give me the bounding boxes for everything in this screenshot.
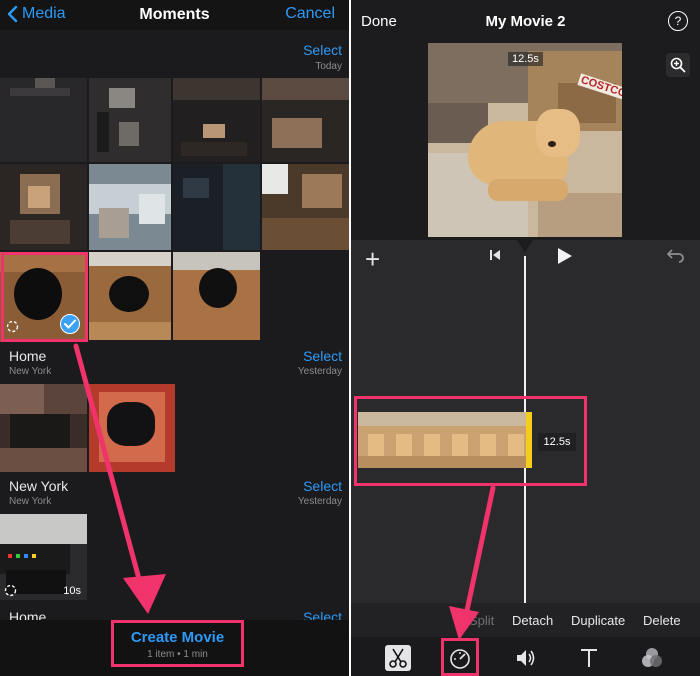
scissors-icon[interactable]: [385, 645, 411, 671]
section-date: Yesterday: [297, 366, 342, 377]
photo-thumbnail[interactable]: [89, 384, 175, 472]
volume-icon[interactable]: [513, 645, 539, 671]
photo-thumbnail[interactable]: [0, 164, 87, 250]
select-button[interactable]: Select: [303, 478, 342, 494]
navigation-bar: Media Moments Cancel: [0, 0, 349, 30]
photo-picker-panel: Media Moments Cancel Select Today Home N…: [0, 0, 349, 676]
cancel-button[interactable]: Cancel: [285, 5, 335, 23]
duplicate-button[interactable]: Duplicate: [571, 613, 625, 628]
add-media-button[interactable]: +: [365, 246, 380, 272]
create-movie-sublabel: 1 item • 1 min: [147, 649, 208, 660]
create-movie-label: Create Movie: [130, 629, 225, 646]
photo-thumbnail[interactable]: [262, 78, 349, 162]
detach-button[interactable]: Detach: [512, 613, 553, 628]
help-button[interactable]: ?: [668, 11, 688, 31]
section-title: Home: [9, 348, 47, 364]
zoom-button[interactable]: [666, 53, 690, 77]
photo-thumbnail[interactable]: [89, 252, 171, 340]
select-button[interactable]: Select: [303, 42, 342, 58]
playhead-marker: [517, 240, 533, 252]
photo-thumbnail[interactable]: [262, 164, 349, 250]
photo-thumbnail[interactable]: [0, 384, 87, 472]
selection-highlight: [1, 252, 88, 342]
photo-thumbnail[interactable]: [0, 78, 87, 162]
select-button[interactable]: Select: [303, 348, 342, 364]
zoom-in-icon: [670, 57, 686, 73]
movie-editor-panel: Done My Movie 2 ? COSTCO 12.5s + 12.5s S…: [351, 0, 700, 676]
delete-button[interactable]: Delete: [643, 613, 681, 628]
section-date: Today: [315, 61, 342, 72]
section-title: New York: [9, 478, 69, 494]
photo-thumbnail[interactable]: [89, 164, 171, 250]
filters-icon[interactable]: [639, 645, 665, 671]
video-thumbnail[interactable]: 10s: [0, 514, 87, 600]
section-date: Yesterday: [297, 496, 342, 507]
play-icon[interactable]: [554, 246, 574, 266]
create-movie-button[interactable]: Create Movie 1 item • 1 min: [111, 620, 244, 667]
text-icon[interactable]: [576, 645, 602, 671]
speed-tool-highlight: [441, 638, 479, 676]
photo-thumbnail[interactable]: [173, 252, 260, 340]
video-preview[interactable]: COSTCO 12.5s: [428, 43, 622, 237]
section-location: New York: [9, 496, 52, 507]
video-duration: 10s: [63, 585, 81, 597]
split-button[interactable]: Split: [469, 613, 494, 628]
project-title: My Movie 2: [485, 13, 566, 30]
live-photo-icon: [4, 584, 17, 597]
section-location: New York: [9, 366, 52, 377]
clip-highlight: [354, 396, 587, 486]
undo-icon[interactable]: [667, 247, 685, 263]
skip-to-start-icon[interactable]: [488, 248, 502, 262]
photo-thumbnail[interactable]: [89, 78, 171, 162]
preview-duration: 12.5s: [508, 52, 543, 66]
navigation-bar: Done My Movie 2 ?: [351, 0, 700, 40]
photo-thumbnail[interactable]: [173, 78, 260, 162]
photo-thumbnail[interactable]: [173, 164, 260, 250]
